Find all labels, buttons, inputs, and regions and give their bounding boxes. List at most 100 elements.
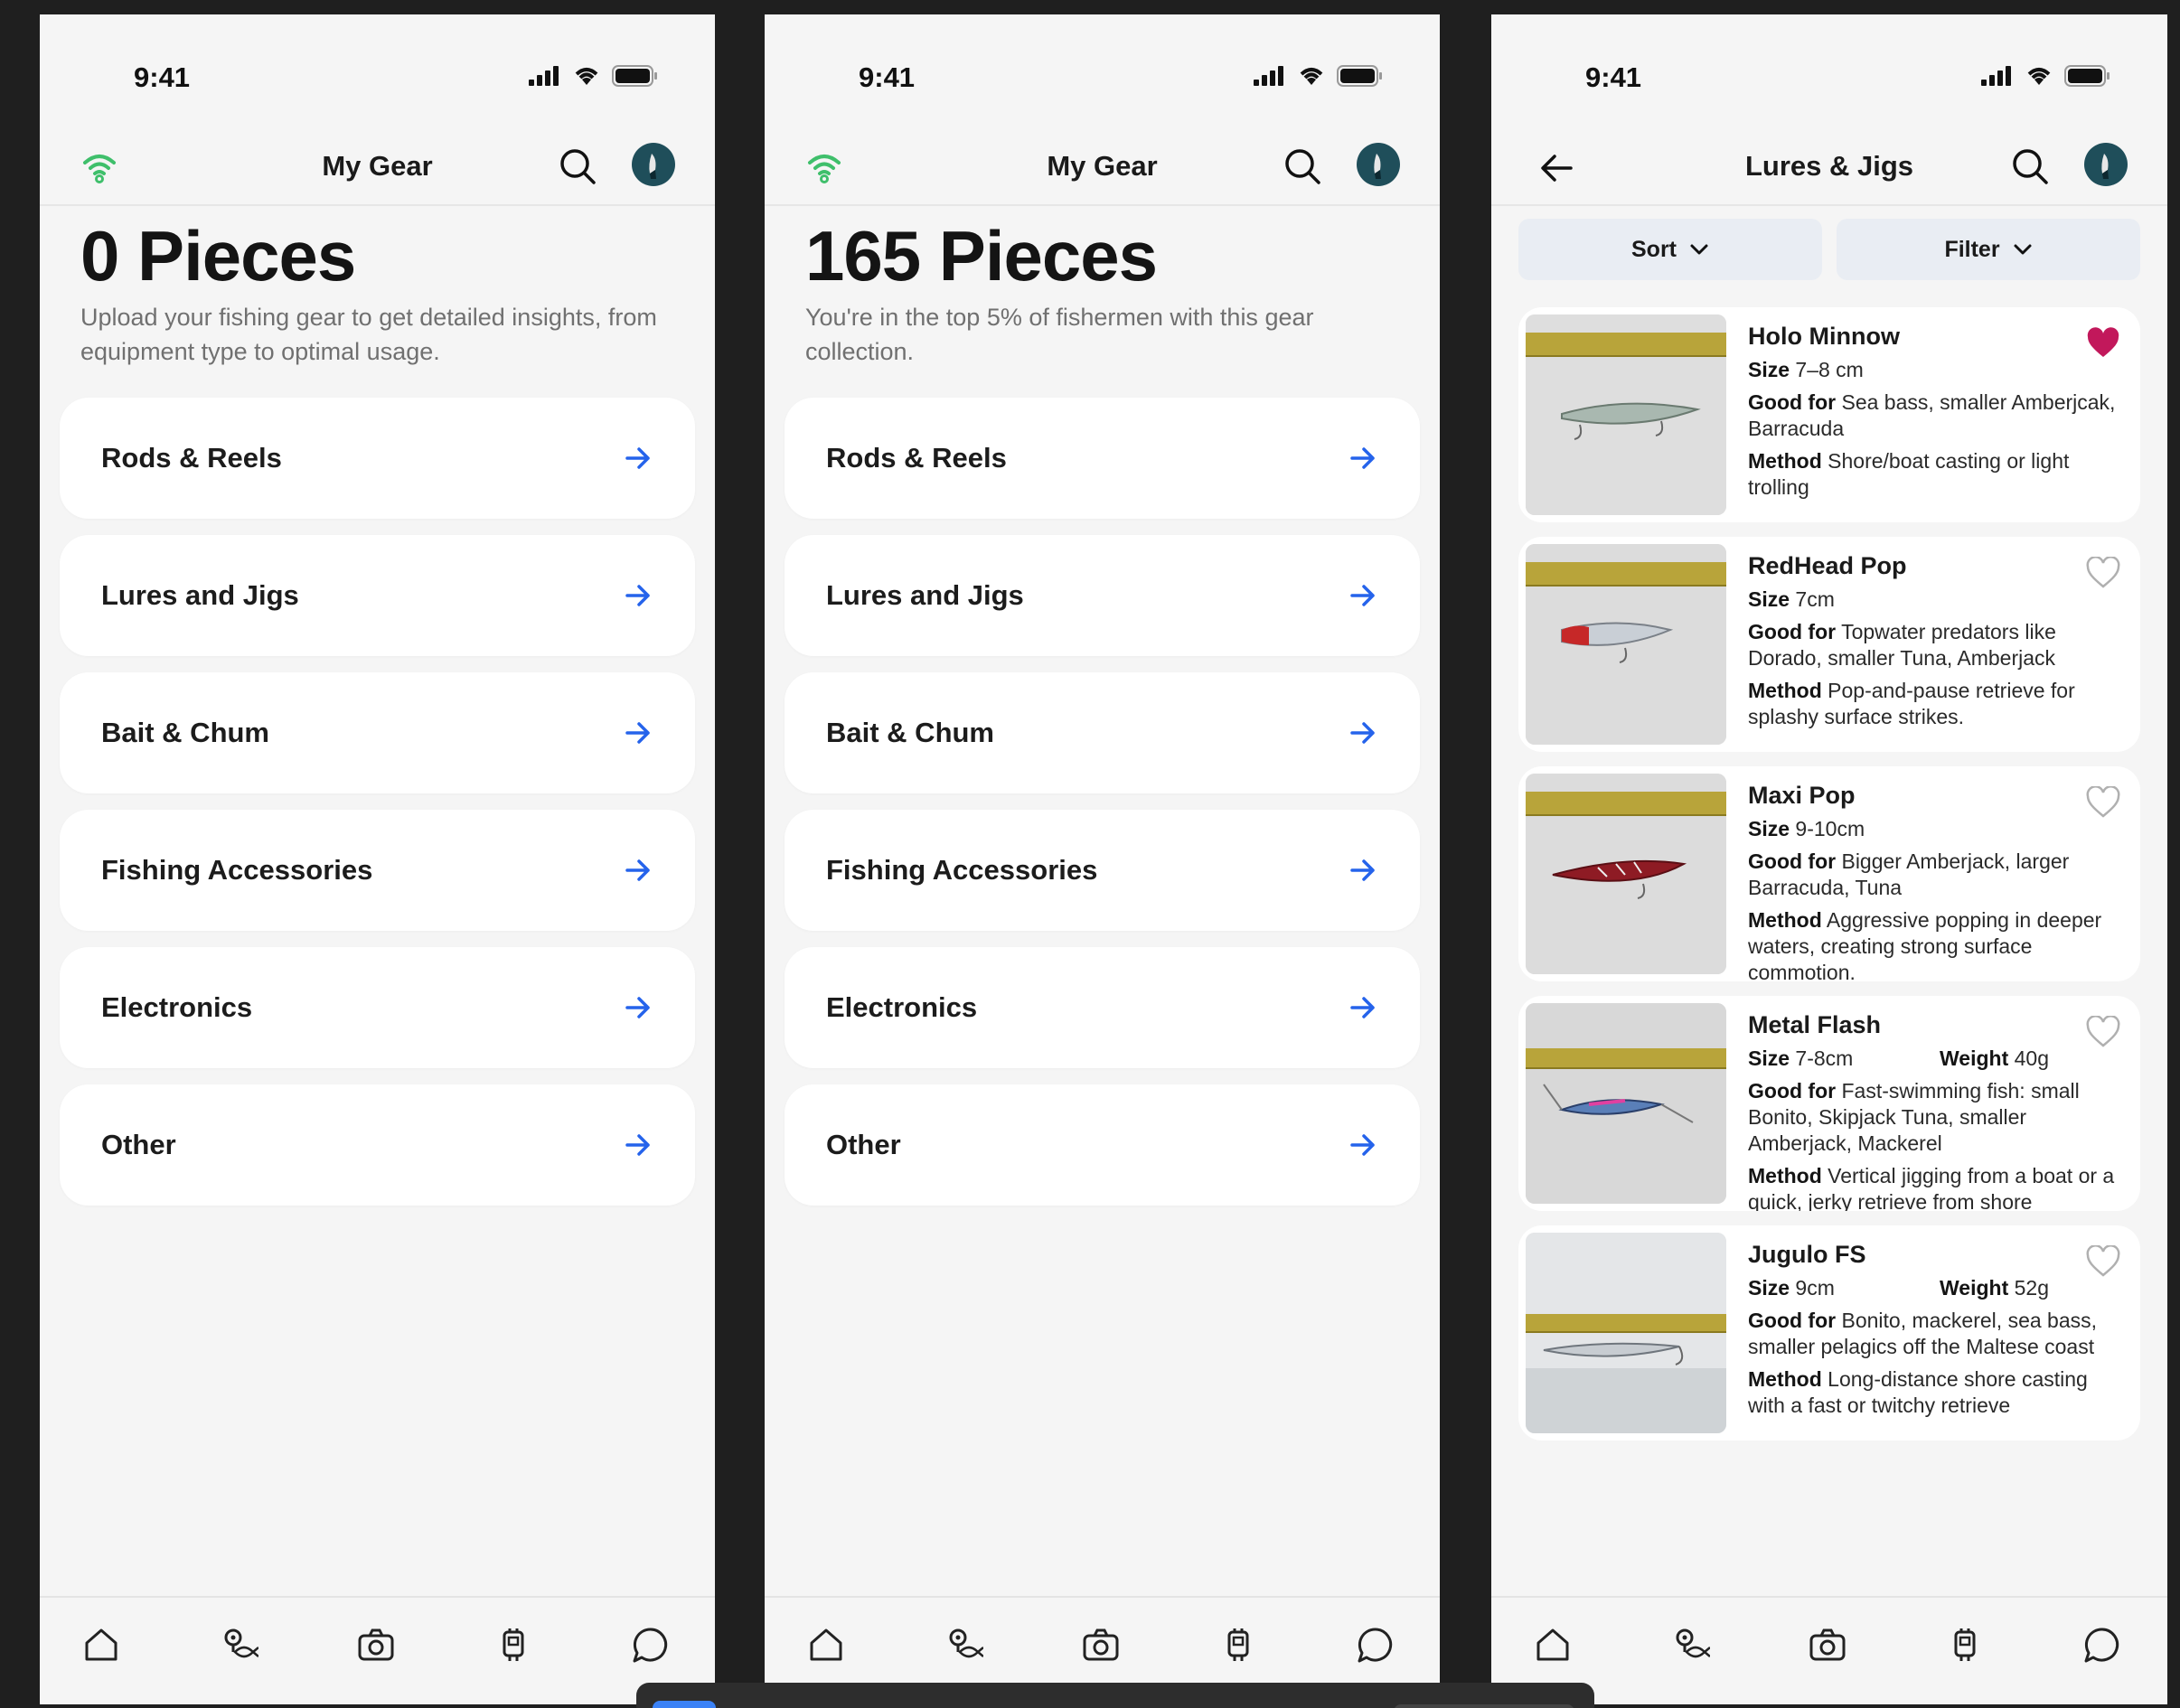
chat-icon[interactable] [631,1625,671,1665]
status-time: 9:41 [859,61,916,93]
category-label: Rods & Reels [826,442,1007,474]
category-rods-reels[interactable]: Rods & Reels [60,398,695,519]
fish-location-icon[interactable] [1670,1625,1710,1665]
gear-icon[interactable] [493,1625,533,1665]
arrow-right-icon [1350,859,1375,881]
search-icon[interactable] [558,146,597,186]
lure-size-weight: Size 9cm Weight 52g [1748,1276,2049,1300]
category-label: Fishing Accessories [101,854,373,886]
screen-my-gear-full: 9:41 My Gear 165 Pieces You're in the to… [765,14,1440,1704]
lure-photo [1526,544,1726,745]
screen-my-gear-empty: 9:41 My Gear 0 Pieces Upload your fishin… [40,14,715,1704]
search-icon[interactable] [1283,146,1322,186]
category-fishing-accessories[interactable]: Fishing Accessories [60,810,695,931]
lure-card[interactable]: RedHead Pop Size 7cm Good for Topwater p… [1518,537,2140,752]
heart-outline-icon[interactable] [2086,1245,2120,1278]
dock-app-icon[interactable] [653,1701,716,1708]
camera-icon[interactable] [1081,1625,1121,1665]
chevron-down-icon [1690,244,1708,255]
home-icon[interactable] [81,1625,121,1665]
arrow-right-icon [625,585,650,606]
category-list: Rods & Reels Lures and Jigs Bait & Chum … [785,398,1420,1222]
category-label: Electronics [826,991,978,1023]
status-icons [1981,65,2111,87]
gear-icon[interactable] [1218,1625,1258,1665]
lure-card[interactable]: Metal Flash Size 7-8cm Weight 40g Good fo… [1518,996,2140,1211]
chat-icon[interactable] [1356,1625,1395,1665]
battery-icon [1337,65,1382,87]
gear-subtitle: Upload your fishing gear to get detailed… [80,304,657,365]
lure-good-for: Good for Topwater predators like Dorado,… [1748,620,2056,670]
filter-button[interactable]: Filter [1837,219,2140,280]
camera-icon[interactable] [1808,1625,1847,1665]
arrow-right-icon [1350,447,1375,469]
top-nav: My Gear [765,116,1440,206]
lure-card[interactable]: Maxi Pop Size 9-10cm Good for Bigger Amb… [1518,766,2140,981]
lure-info: RedHead Pop Size 7cm Good for Topwater p… [1748,553,2122,737]
page-title: My Gear [322,150,433,182]
top-nav: My Gear [40,116,715,206]
lure-photo [1526,774,1726,974]
gear-icon[interactable] [1945,1625,1985,1665]
lure-name: Metal Flash [1748,1011,1882,1038]
lure-size: Size 9-10cm [1748,817,1865,840]
camera-icon[interactable] [356,1625,396,1665]
lure-photo [1526,314,1726,515]
category-lures-jigs[interactable]: Lures and Jigs [60,535,695,656]
home-icon[interactable] [1533,1625,1573,1665]
dock-app-icon[interactable] [1394,1704,1574,1708]
heart-outline-icon[interactable] [2086,557,2120,589]
category-bait-chum[interactable]: Bait & Chum [60,672,695,793]
signal-icon [1254,66,1283,86]
tab-bar [1491,1596,2167,1704]
category-other[interactable]: Other [785,1084,1420,1206]
os-dock [636,1683,1594,1708]
lure-name: Maxi Pop [1748,782,1856,809]
heart-outline-icon[interactable] [2086,786,2120,819]
gear-count-title: 0 Pieces [80,216,356,296]
lure-info: Maxi Pop Size 9-10cm Good for Bigger Amb… [1748,782,2122,982]
chat-icon[interactable] [2082,1625,2122,1665]
lure-card[interactable]: Holo Minnow Size 7–8 cm Good for Sea bas… [1518,307,2140,522]
category-bait-chum[interactable]: Bait & Chum [785,672,1420,793]
arrow-right-icon [625,997,650,1018]
lure-name: RedHead Pop [1748,552,1907,579]
avatar[interactable] [632,143,675,186]
lure-list: Holo Minnow Size 7–8 cm Good for Sea bas… [1518,307,2140,1455]
tab-bar [40,1596,715,1704]
category-label: Lures and Jigs [826,579,1024,611]
lure-card[interactable]: Jugulo FS Size 9cm Weight 52g Good for Bo… [1518,1225,2140,1441]
lure-size: Size 7cm [1748,587,1835,611]
battery-icon [2064,65,2110,87]
category-fishing-accessories[interactable]: Fishing Accessories [785,810,1420,931]
status-bar: 9:41 [765,14,1440,116]
top-nav: Lures & Jigs [1491,116,2167,206]
category-label: Other [101,1129,176,1160]
category-other[interactable]: Other [60,1084,695,1206]
category-lures-jigs[interactable]: Lures and Jigs [785,535,1420,656]
arrow-right-icon [1350,585,1375,606]
lure-name: Holo Minnow [1748,323,1900,350]
lure-method: Method Pop-and-pause retrieve for splash… [1748,679,2075,728]
wifi-status-icon [2027,68,2051,85]
battery-icon [612,65,657,87]
category-rods-reels[interactable]: Rods & Reels [785,398,1420,519]
lure-size-weight: Size 7-8cm Weight 40g [1748,1046,2049,1070]
arrow-right-icon [625,447,650,469]
category-electronics[interactable]: Electronics [785,947,1420,1068]
avatar[interactable] [1357,143,1400,186]
heart-filled-icon[interactable] [2086,327,2120,360]
fish-location-icon[interactable] [944,1625,983,1665]
category-electronics[interactable]: Electronics [60,947,695,1068]
home-icon[interactable] [806,1625,846,1665]
fish-location-icon[interactable] [219,1625,258,1665]
lure-info: Holo Minnow Size 7–8 cm Good for Sea bas… [1748,324,2122,507]
avatar[interactable] [2084,143,2128,186]
arrow-right-icon [1350,997,1375,1018]
sort-label: Sort [1631,236,1677,262]
heart-outline-icon[interactable] [2086,1016,2120,1048]
sort-button[interactable]: Sort [1518,219,1822,280]
search-icon[interactable] [2010,146,2050,186]
lure-info: Metal Flash Size 7-8cm Weight 40g Good fo… [1748,1011,2122,1212]
chevron-down-icon [2014,244,2032,255]
